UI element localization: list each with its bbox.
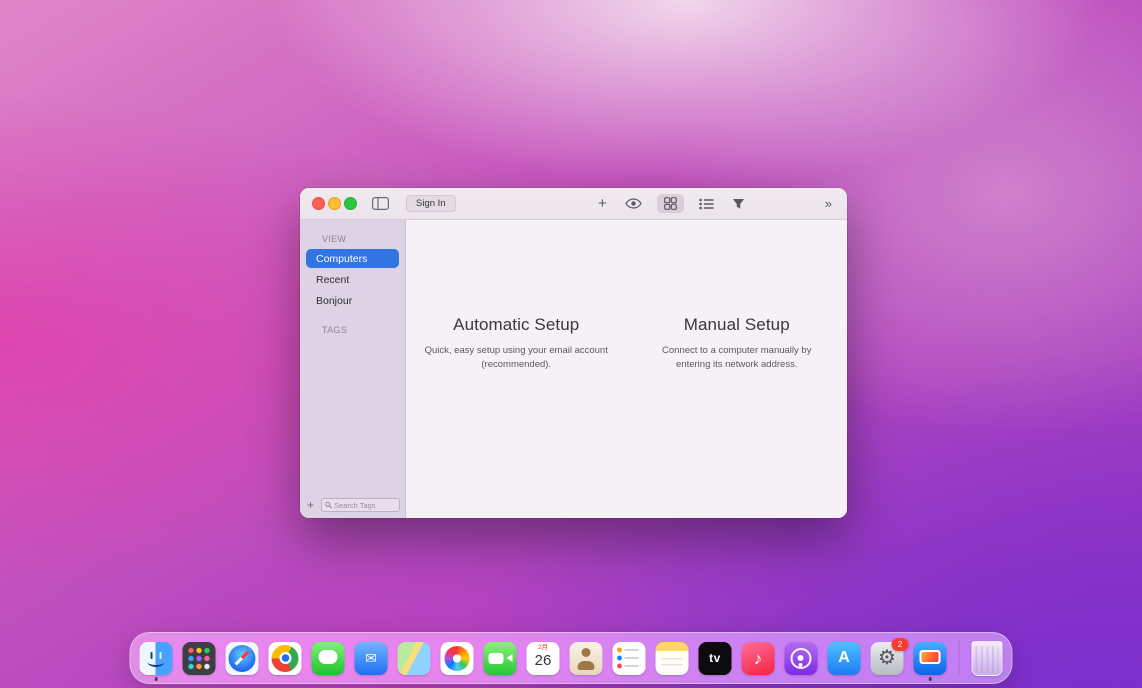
add-button[interactable]: + [595,195,610,213]
dock-item-appstore[interactable]: A [828,642,861,675]
music-glyph: ♪ [742,642,775,675]
manual-setup-title: Manual Setup [684,315,790,335]
main-content: Automatic Setup Quick, easy setup using … [406,220,847,518]
dock-item-maps[interactable] [398,642,431,675]
music-icon: ♪ [742,642,775,675]
sidebar-list: VIEW Computers Recent Bonjour TAGS [300,220,405,496]
dock-item-screens[interactable] [914,642,947,675]
toolbar-overflow-button[interactable]: » [822,196,835,212]
launchpad-icon [183,642,216,675]
dock-item-finder[interactable] [140,642,173,675]
podcasts-icon [785,642,818,675]
notes-icon [656,642,689,675]
close-button[interactable] [312,197,325,210]
sidebar-toggle-icon [372,197,389,210]
search-tags-input[interactable] [334,501,396,510]
automatic-setup-title: Automatic Setup [453,315,579,335]
notification-badge: 2 [892,638,909,651]
dock-item-music[interactable]: ♪ [742,642,775,675]
mail-icon: ✉ [355,642,388,675]
trash-icon [972,641,1003,676]
finder-icon [140,642,173,675]
appstore-glyph: A [828,642,861,675]
automatic-setup-description: Quick, easy setup using your email accou… [422,344,611,371]
dock-item-mail[interactable]: ✉ [355,642,388,675]
setup-options: Automatic Setup Quick, easy setup using … [406,315,847,371]
filter-icon [732,198,745,210]
automatic-setup-option[interactable]: Automatic Setup Quick, easy setup using … [406,315,627,371]
zoom-button[interactable] [344,197,357,210]
dock-item-tv[interactable]: tv [699,642,732,675]
add-tag-button[interactable]: + [305,499,316,511]
sidebar-item-bonjour[interactable]: Bonjour [306,291,399,310]
chrome-icon [269,642,302,675]
eye-icon [625,198,642,209]
appstore-icon: A [828,642,861,675]
dock-separator [959,640,960,676]
sidebar-item-recent[interactable]: Recent [306,270,399,289]
sidebar-toggle-button[interactable] [369,195,392,212]
calendar-icon: 2月26 [527,642,560,675]
dock-item-launchpad[interactable] [183,642,216,675]
screens-app-window: Sign In + [300,188,847,518]
dock-item-messages[interactable] [312,642,345,675]
contacts-icon [570,642,603,675]
preview-button[interactable] [622,196,645,211]
toolbar: + [595,194,835,213]
facetime-icon [484,642,517,675]
safari-icon [226,642,259,675]
sidebar: VIEW Computers Recent Bonjour TAGS + [300,220,406,518]
dock-item-facetime[interactable] [484,642,517,675]
dock-item-photos[interactable] [441,642,474,675]
manual-setup-description: Connect to a computer manually by enteri… [648,344,826,371]
grid-view-icon [664,197,677,210]
running-indicator [154,677,158,681]
dock-item-trash[interactable] [972,641,1003,676]
tv-icon: tv [699,642,732,675]
filter-button[interactable] [729,196,748,212]
screens-icon [914,642,947,675]
running-indicator [928,677,932,681]
dock-item-chrome[interactable] [269,642,302,675]
manual-setup-option[interactable]: Manual Setup Connect to a computer manua… [627,315,848,371]
dock-item-safari[interactable] [226,642,259,675]
dock: ✉ 2月26 tv ♪ A ⚙2 [130,632,1013,684]
dock-item-podcasts[interactable] [785,642,818,675]
chevrons-icon: » [825,197,832,210]
tag-search-field[interactable] [321,498,400,512]
sign-in-button[interactable]: Sign In [406,195,456,212]
search-icon [325,501,332,509]
calendar-day-label: 26 [535,653,552,668]
sidebar-section-tags: TAGS [322,325,405,335]
sidebar-section-view: VIEW [322,234,405,244]
dock-item-settings[interactable]: ⚙2 [871,642,904,675]
settings-icon: ⚙2 [871,642,904,675]
grid-view-button[interactable] [657,194,684,213]
mail-glyph: ✉ [355,642,388,675]
dock-item-notes[interactable] [656,642,689,675]
minimize-button[interactable] [328,197,341,210]
plus-icon: + [598,196,607,211]
reminders-icon [613,642,646,675]
window-titlebar[interactable]: Sign In + [300,188,847,220]
messages-icon [312,642,345,675]
calendar-month-label: 2月 [538,645,548,652]
sidebar-footer: + [300,496,405,518]
traffic-lights [312,197,357,210]
list-view-button[interactable] [696,196,717,212]
photos-icon [441,642,474,675]
tv-glyph: tv [699,642,732,675]
list-view-icon [699,198,714,210]
maps-icon [398,642,431,675]
window-body: VIEW Computers Recent Bonjour TAGS + [300,220,847,518]
sidebar-item-computers[interactable]: Computers [306,249,399,268]
dock-item-calendar[interactable]: 2月26 [527,642,560,675]
dock-item-reminders[interactable] [613,642,646,675]
dock-item-contacts[interactable] [570,642,603,675]
